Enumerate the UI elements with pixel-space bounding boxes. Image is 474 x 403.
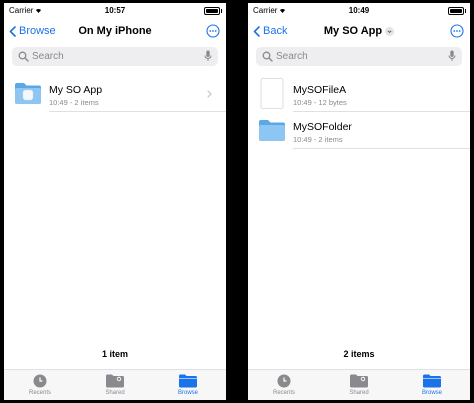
list-item-mysofilea[interactable]: MySOFileA 10:49 - 12 bytes — [248, 75, 470, 112]
list-item-my-so-app[interactable]: My SO App 10:49 - 2 items — [4, 75, 226, 112]
status-bar: Carrier 10:57 — [4, 3, 226, 17]
battery-icon — [204, 7, 222, 15]
search-icon — [18, 51, 29, 62]
document-icon — [260, 78, 284, 109]
phone-screen-right: Carrier 10:49 Back My SO App MySOFileA 1… — [248, 3, 470, 400]
divider — [49, 111, 226, 112]
search-icon — [262, 51, 273, 62]
chevron-down-icon[interactable] — [385, 26, 395, 36]
tab-browse[interactable]: Browse — [158, 372, 218, 398]
chevron-right-icon — [207, 90, 212, 98]
tab-label: Shared — [105, 390, 125, 396]
list-item-mysofolder[interactable]: MySOFolder 10:49 - 2 items — [248, 112, 470, 149]
folder-icon — [259, 120, 285, 141]
shared-folder-icon — [350, 374, 368, 388]
more-options-icon[interactable] — [206, 24, 220, 38]
item-count: 1 item — [101, 349, 128, 359]
clock-icon — [277, 374, 291, 388]
tab-label: Recents — [272, 390, 295, 396]
page-title[interactable]: My SO App — [248, 25, 470, 37]
shared-folder-icon — [106, 374, 124, 388]
battery-icon — [448, 7, 466, 15]
folder-icon — [423, 374, 441, 388]
clock-icon — [33, 374, 47, 388]
tab-shared[interactable]: Shared — [85, 372, 145, 398]
divider — [293, 148, 470, 149]
search-input[interactable] — [276, 49, 426, 64]
navigation-bar: Back My SO App — [248, 19, 470, 47]
item-name: MySOFolder — [293, 121, 352, 133]
tab-label: Recents — [28, 390, 51, 396]
folder-icon — [179, 374, 197, 388]
file-list: My SO App 10:49 - 2 items — [4, 75, 226, 112]
item-meta: 10:49 - 2 items — [49, 98, 99, 107]
app-folder-icon — [15, 83, 41, 104]
tab-recents[interactable]: Recents — [10, 372, 70, 398]
tab-bar: Recents Shared Browse — [4, 369, 226, 400]
tab-recents[interactable]: Recents — [254, 372, 314, 398]
search-input[interactable] — [32, 49, 182, 64]
item-meta: 10:49 - 12 bytes — [293, 98, 347, 107]
page-title: On My iPhone — [78, 25, 152, 37]
search-bar[interactable] — [12, 47, 218, 66]
microphone-icon[interactable] — [204, 50, 212, 62]
tab-label: Browse — [177, 390, 198, 396]
item-meta: 10:49 - 2 items — [293, 135, 343, 144]
tab-shared[interactable]: Shared — [329, 372, 389, 398]
item-name: My SO App — [49, 84, 103, 96]
microphone-icon[interactable] — [448, 50, 456, 62]
tab-label: Browse — [421, 390, 442, 396]
search-bar[interactable] — [256, 47, 462, 66]
item-count: 2 items — [343, 349, 375, 359]
file-list: MySOFileA 10:49 - 12 bytes MySOFolder 10… — [248, 75, 470, 149]
more-options-icon[interactable] — [450, 24, 464, 38]
tab-label: Shared — [349, 390, 369, 396]
tab-browse[interactable]: Browse — [402, 372, 462, 398]
status-time: 10:57 — [104, 6, 126, 15]
navigation-bar: Browse On My iPhone — [4, 19, 226, 47]
phone-screen-left: Carrier 10:57 Browse On My iPhone My SO … — [4, 3, 226, 400]
item-name: MySOFileA — [293, 84, 347, 96]
status-time: 10:49 — [348, 6, 370, 15]
tab-bar: Recents Shared Browse — [248, 369, 470, 400]
status-bar: Carrier 10:49 — [248, 3, 470, 17]
